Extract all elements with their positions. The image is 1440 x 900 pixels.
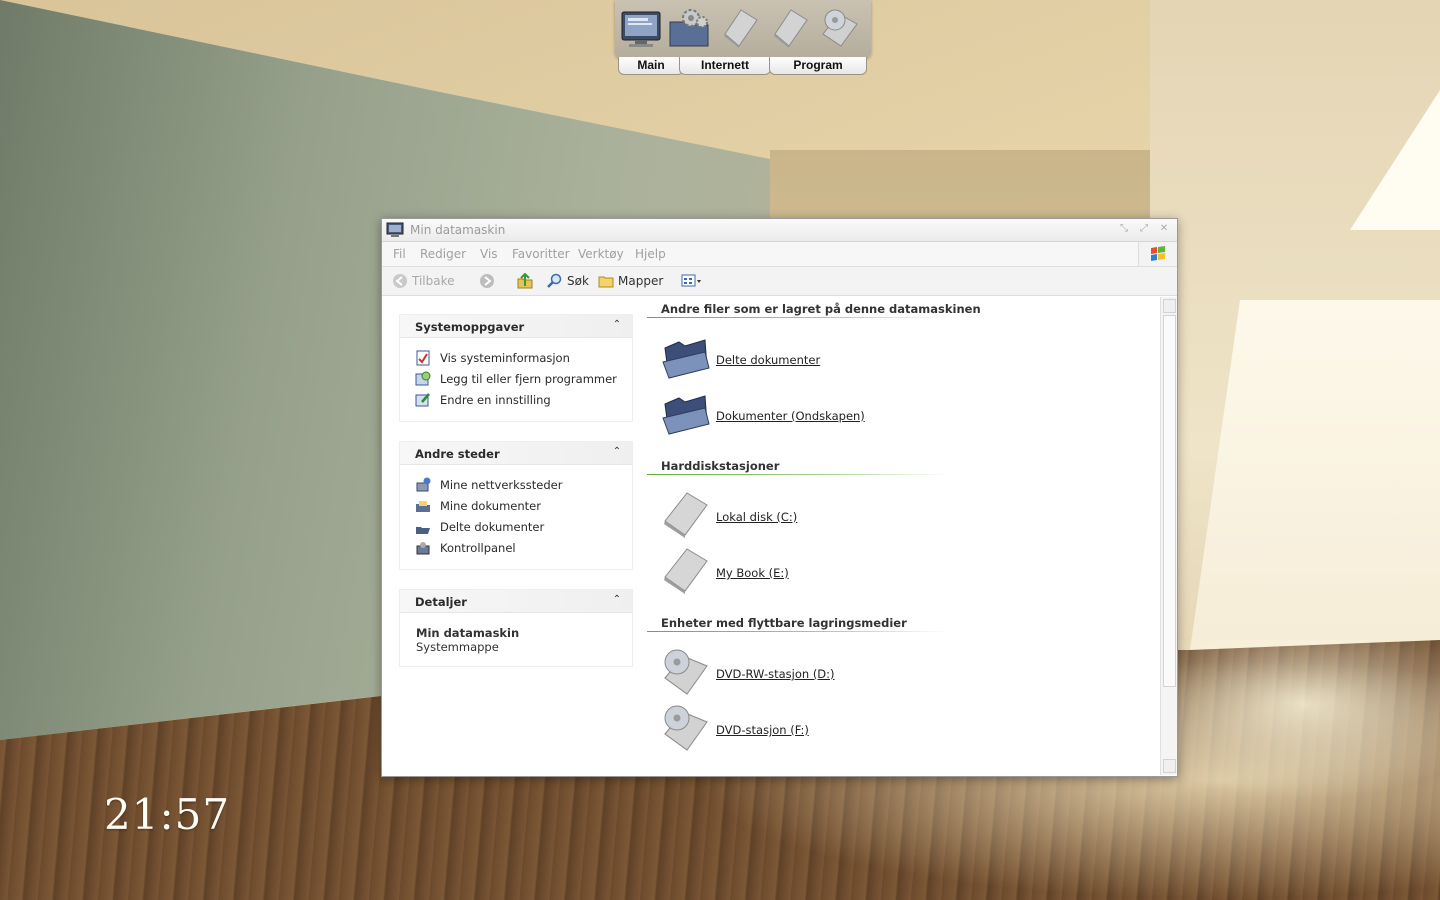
computer-icon[interactable] xyxy=(619,6,663,50)
details-header[interactable]: Detaljer ⌃ xyxy=(400,590,632,613)
other-places-pane: Andre steder ⌃ Mine nettverkssteder Mine… xyxy=(399,441,633,570)
dock-tab-main[interactable]: Main xyxy=(618,57,684,75)
forward-button[interactable] xyxy=(479,273,497,289)
search-icon xyxy=(547,273,562,288)
search-button[interactable]: Søk xyxy=(547,273,591,289)
menu-verktoy[interactable]: Verktøy xyxy=(578,247,624,261)
search-label: Søk xyxy=(567,274,589,288)
folders-label: Mapper xyxy=(618,274,664,288)
control-panel-icon xyxy=(416,542,430,555)
group-header-other-files: Andre filer som er lagret på denne datam… xyxy=(661,302,981,316)
other-places-title: Andre steder xyxy=(415,447,500,461)
dock-tab-internett[interactable]: Internett xyxy=(679,57,771,75)
menu-rediger[interactable]: Rediger xyxy=(420,247,466,261)
group-divider xyxy=(647,317,947,318)
scroll-down-button[interactable] xyxy=(1163,759,1176,773)
maximize-button[interactable]: ⤢ xyxy=(1137,222,1151,236)
details-title: Detaljer xyxy=(415,595,467,609)
blank-drive-icon[interactable] xyxy=(767,6,811,50)
vertical-scrollbar[interactable] xyxy=(1160,297,1177,775)
collapse-chevron-icon[interactable]: ⌃ xyxy=(610,593,624,607)
other-places-header[interactable]: Andre steder ⌃ xyxy=(400,442,632,465)
minimize-button[interactable]: ⤡ xyxy=(1117,222,1131,236)
dvd-drive-icon xyxy=(664,649,708,695)
system-tasks-header[interactable]: Systemoppgaver ⌃ xyxy=(400,315,632,338)
place-link-network[interactable]: Mine nettverkssteder xyxy=(440,478,562,492)
folders-button[interactable]: Mapper xyxy=(598,273,668,289)
hard-drive-icon xyxy=(664,492,708,538)
group-divider xyxy=(647,474,947,475)
views-icon xyxy=(681,274,701,287)
item-label: DVD-RW-stasjon (D:) xyxy=(716,667,835,681)
item-label: Lokal disk (C:) xyxy=(716,510,798,524)
title-bar[interactable]: Min datamaskin ⤡ ⤢ ✕ xyxy=(382,219,1177,242)
group-header-removable: Enheter med flyttbare lagringsmedier xyxy=(661,616,907,630)
item-label: Delte dokumenter xyxy=(716,353,821,367)
desktop-clock: 21:57 xyxy=(104,790,231,839)
folder-icon xyxy=(662,395,710,435)
details-item-name: Min datamaskin xyxy=(416,626,520,640)
menu-fil[interactable]: Fil xyxy=(393,247,406,261)
up-folder-button[interactable] xyxy=(517,273,535,289)
item-label: My Book (E:) xyxy=(716,566,789,580)
forward-arrow-icon xyxy=(480,274,494,288)
windows-logo-icon xyxy=(1138,242,1177,266)
shared-folder-icon xyxy=(416,527,430,534)
menu-vis[interactable]: Vis xyxy=(480,247,498,261)
back-button[interactable]: Tilbake xyxy=(392,273,464,289)
views-button[interactable] xyxy=(681,273,705,289)
menu-hjelp[interactable]: Hjelp xyxy=(635,247,666,261)
menu-favoritter[interactable]: Favoritter xyxy=(512,247,570,261)
settings-icon xyxy=(415,393,430,407)
back-arrow-icon xyxy=(393,274,407,288)
group-header-hard-drives: Harddiskstasjoner xyxy=(661,459,780,473)
toolbar: Tilbake Søk Mapper xyxy=(382,267,1177,296)
scroll-up-button[interactable] xyxy=(1163,299,1176,313)
collapse-chevron-icon[interactable]: ⌃ xyxy=(610,445,624,459)
gear-folder-icon[interactable] xyxy=(667,6,711,50)
task-link-change-setting[interactable]: Endre en innstilling xyxy=(440,393,551,407)
hard-drive-icon xyxy=(664,548,708,594)
back-label: Tilbake xyxy=(412,274,455,288)
place-link-shared-documents[interactable]: Delte dokumenter xyxy=(440,520,544,534)
add-remove-programs-icon xyxy=(415,371,431,386)
system-info-icon xyxy=(416,350,430,366)
place-link-control-panel[interactable]: Kontrollpanel xyxy=(440,541,516,555)
item-label: DVD-stasjon (F:) xyxy=(716,723,809,737)
details-item-type: Systemmappe xyxy=(416,640,499,654)
cd-drive-icon[interactable] xyxy=(817,6,861,50)
item-label: Dokumenter (Ondskapen) xyxy=(716,409,865,423)
folder-icon xyxy=(598,276,614,288)
documents-folder-icon xyxy=(416,501,430,512)
close-button[interactable]: ✕ xyxy=(1157,222,1171,236)
place-link-my-documents[interactable]: Mine dokumenter xyxy=(440,499,541,513)
folder-up-icon xyxy=(517,273,533,289)
task-link-add-remove-programs[interactable]: Legg til eller fjern programmer xyxy=(440,372,617,386)
folder-icon xyxy=(662,339,710,379)
system-tasks-title: Systemoppgaver xyxy=(415,320,525,334)
window-title: Min datamaskin xyxy=(410,223,506,237)
group-divider xyxy=(647,631,947,632)
explorer-window: Min datamaskin ⤡ ⤢ ✕ Fil Rediger Vis Fav… xyxy=(381,218,1178,777)
dock xyxy=(615,0,871,58)
dock-tab-program[interactable]: Program xyxy=(769,57,867,75)
collapse-chevron-icon[interactable]: ⌃ xyxy=(610,318,624,332)
dvd-drive-icon xyxy=(664,705,708,751)
system-tasks-pane: Systemoppgaver ⌃ Vis systeminformasjon L… xyxy=(399,314,633,422)
menu-bar: Fil Rediger Vis Favoritter Verktøy Hjelp xyxy=(382,242,1177,267)
network-places-icon xyxy=(416,477,431,492)
task-link-system-info[interactable]: Vis systeminformasjon xyxy=(440,351,570,365)
blank-drive-icon[interactable] xyxy=(717,6,761,50)
details-pane: Detaljer ⌃ Min datamaskin Systemmappe xyxy=(399,589,633,667)
computer-icon xyxy=(386,222,404,237)
scroll-thumb[interactable] xyxy=(1163,315,1176,687)
